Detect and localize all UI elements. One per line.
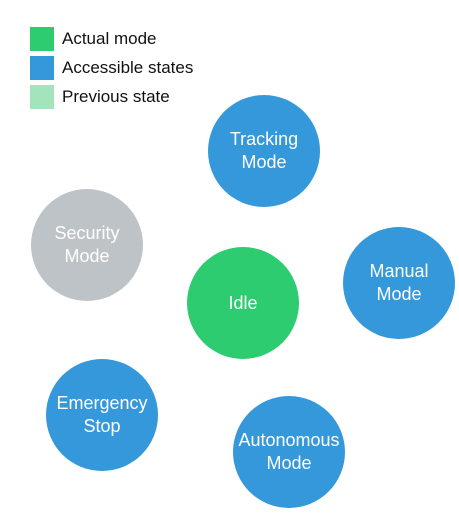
legend-label-actual-mode: Actual mode bbox=[62, 28, 157, 48]
legend-label-accessible-states: Accessible states bbox=[62, 57, 194, 77]
legend-swatch-actual-mode bbox=[30, 26, 54, 51]
node-autonomous-mode[interactable]: Autonomous Mode bbox=[233, 396, 345, 508]
legend-item-accessible-states: Accessible states bbox=[30, 53, 193, 82]
legend-label-previous-state: Previous state bbox=[62, 86, 170, 106]
node-idle[interactable]: Idle bbox=[187, 247, 299, 359]
node-security-mode[interactable]: Security Mode bbox=[31, 189, 143, 301]
legend-swatch-previous-state bbox=[30, 84, 54, 109]
node-manual-mode-label: Manual Mode bbox=[369, 261, 429, 304]
node-manual-mode[interactable]: Manual Mode bbox=[343, 227, 455, 339]
legend-item-previous-state: Previous state bbox=[30, 82, 193, 111]
legend-item-actual-mode: Actual mode bbox=[30, 24, 193, 53]
node-emergency-stop-label: Emergency Stop bbox=[56, 393, 148, 436]
node-emergency-stop[interactable]: Emergency Stop bbox=[46, 359, 158, 471]
node-idle-label: Idle bbox=[228, 292, 258, 313]
node-tracking-mode[interactable]: Tracking Mode bbox=[208, 95, 320, 207]
node-security-mode-label: Security Mode bbox=[54, 223, 120, 266]
legend: Actual mode Accessible states Previous s… bbox=[30, 24, 193, 111]
node-autonomous-mode-label: Autonomous Mode bbox=[238, 430, 340, 473]
node-tracking-mode-label: Tracking Mode bbox=[229, 129, 299, 172]
legend-swatch-accessible-states bbox=[30, 55, 54, 80]
